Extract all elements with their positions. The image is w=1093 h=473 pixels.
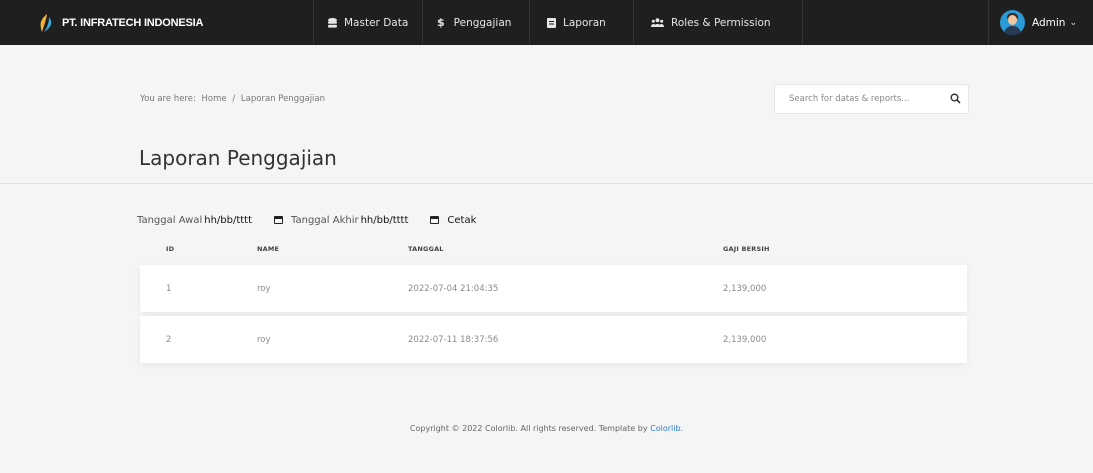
nav-laporan-label: Laporan [563, 16, 606, 29]
table-row[interactable]: 1 roy 2022-07-04 21:04:35 2,139,000 [140, 265, 967, 312]
breadcrumb-home[interactable]: Home [202, 94, 227, 104]
nav-master-data[interactable]: Master Data [313, 0, 422, 45]
cell-id: 2 [166, 335, 172, 345]
nav-roles-label: Roles & Permission [671, 16, 771, 29]
nav-laporan[interactable]: Laporan [529, 0, 633, 45]
start-date-field[interactable]: hh/bb/tttt [204, 215, 287, 226]
search-icon[interactable] [950, 93, 961, 104]
cell-tanggal: 2022-07-11 18:37:56 [408, 335, 499, 345]
document-icon [547, 17, 556, 28]
user-name: Admin [1032, 16, 1066, 29]
end-date-label: Tanggal Akhir [291, 214, 359, 226]
header-tanggal: TANGGAL [408, 245, 444, 253]
database-icon [328, 17, 337, 28]
calendar-icon[interactable] [274, 216, 284, 224]
breadcrumb: You are here: Home / Laporan Penggajian [140, 94, 328, 104]
calendar-icon[interactable] [430, 216, 440, 224]
start-date-value: hh/bb/tttt [204, 214, 253, 226]
table-header: ID NAME TANGGAL GAJI BERSIH [140, 243, 967, 257]
chevron-down-icon: ⌄ [1069, 17, 1078, 28]
footer-text: Copyright © 2022 Colorlib. All rights re… [409, 424, 648, 433]
cell-tanggal: 2022-07-04 21:04:35 [408, 284, 499, 294]
header-name: NAME [257, 245, 280, 253]
cell-gaji: 2,139,000 [723, 335, 767, 345]
breadcrumb-current: Laporan Penggajian [240, 94, 326, 104]
header-divider [0, 183, 1093, 184]
page-title: Laporan Penggajian [139, 146, 337, 170]
breadcrumb-prefix: You are here: [140, 94, 196, 104]
users-icon [651, 18, 664, 27]
header-gaji-bersih: GAJI BERSIH [723, 245, 770, 253]
cell-name: roy [257, 335, 271, 345]
user-menu[interactable]: Admin ⌄ [1000, 0, 1077, 45]
dollar-icon: $ [437, 16, 445, 29]
nav-penggajian-label: Penggajian [453, 16, 512, 29]
footer-link[interactable]: Colorlib. [650, 424, 683, 433]
breadcrumb-separator: / [232, 94, 236, 104]
start-date-label: Tanggal Awal [137, 214, 203, 226]
nav-penggajian[interactable]: $ Penggajian [422, 0, 529, 45]
nav-divider [988, 0, 989, 45]
cell-name: roy [257, 284, 271, 294]
date-filter: Tanggal Awal hh/bb/tttt Tanggal Akhir hh… [137, 212, 476, 228]
table-row[interactable]: 2 roy 2022-07-11 18:37:56 2,139,000 [140, 316, 967, 363]
footer: Copyright © 2022 Colorlib. All rights re… [0, 424, 1093, 433]
end-date-field[interactable]: hh/bb/tttt [361, 215, 444, 226]
cell-gaji: 2,139,000 [723, 284, 767, 294]
avatar [1000, 10, 1025, 35]
brand-logo-icon [40, 14, 52, 32]
print-button[interactable]: Cetak [447, 215, 476, 226]
search-input[interactable]: Search for datas & reports... [774, 84, 969, 114]
header-id: ID [166, 245, 175, 253]
nav-roles-permission[interactable]: Roles & Permission [633, 0, 803, 45]
brand[interactable]: PT. INFRATECH INDONESIA [36, 13, 203, 33]
cell-id: 1 [166, 284, 172, 294]
top-navbar: PT. INFRATECH INDONESIA Master Data $ Pe… [0, 0, 1093, 45]
brand-name: PT. INFRATECH INDONESIA [62, 17, 204, 29]
search-placeholder: Search for datas & reports... [789, 94, 910, 104]
end-date-value: hh/bb/tttt [360, 214, 409, 226]
nav-master-data-label: Master Data [344, 16, 409, 29]
